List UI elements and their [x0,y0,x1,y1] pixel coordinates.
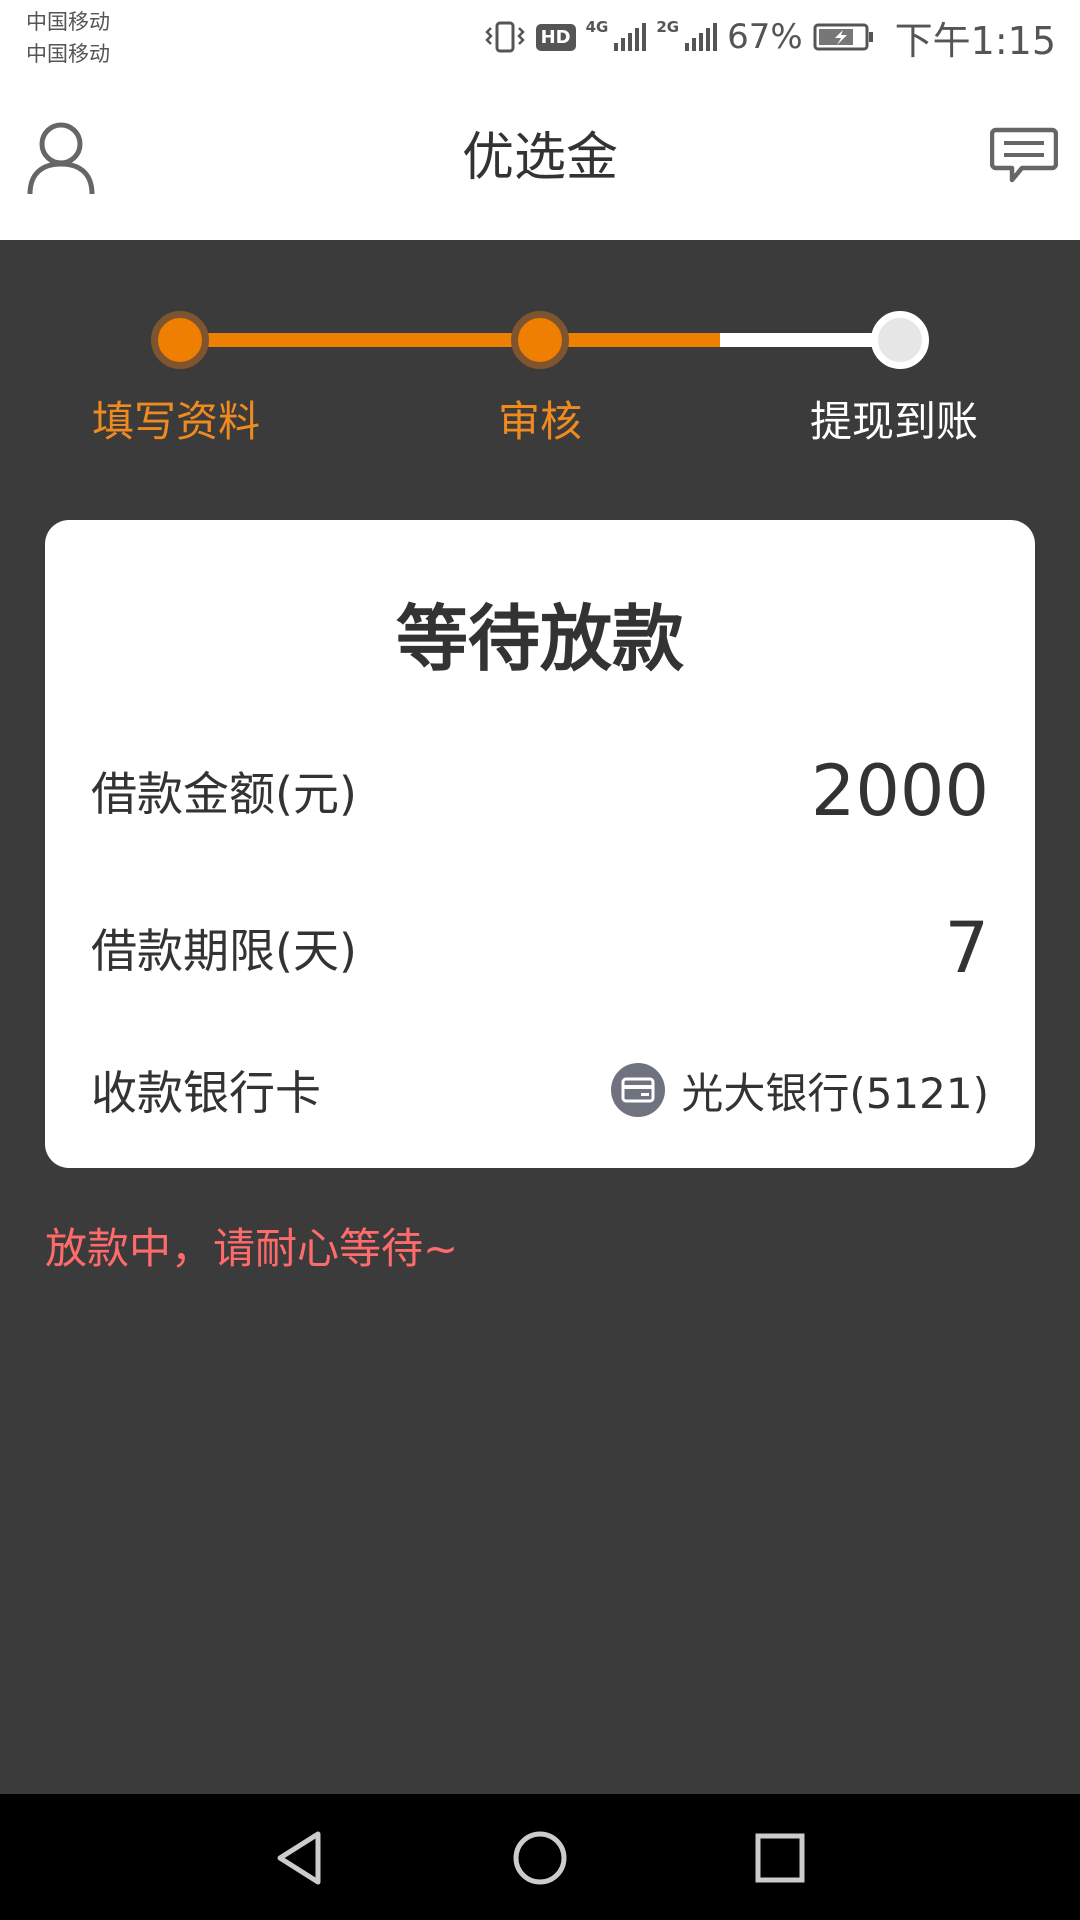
hd-badge: HD [535,23,576,51]
network-4g-label: 4G [585,18,609,36]
back-icon[interactable] [268,1826,332,1890]
step-line-done [180,333,720,347]
signal-icon-1 [614,23,647,51]
recents-icon[interactable] [748,1826,812,1890]
loan-term-label: 借款期限(天) [91,924,357,978]
message-icon[interactable] [989,126,1059,186]
status-bar: 中国移动 中国移动 HD 4G 2G 67% 下午1:15 [0,0,1080,78]
carrier-info: 中国移动 中国移动 [26,6,110,70]
loan-amount-value: 2000 [810,750,989,832]
page-title: 优选金 [461,128,618,188]
app-header: 优选金 [0,78,1080,240]
system-nav-bar [0,1794,1080,1920]
step-dot-2 [511,311,569,369]
battery-icon [813,23,873,51]
loan-term-row: 借款期限(天) 7 [91,903,989,993]
loan-amount-row: 借款金额(元) 2000 [91,746,989,836]
step-dot-3 [871,311,929,369]
step-label-1: 填写资料 [92,397,261,446]
bank-card-info: 光大银行(5121) [611,1060,989,1121]
battery-percent: 67% [727,17,803,57]
signal-icon-2 [685,23,718,51]
network-2g-label: 2G [656,18,680,36]
step-label-2: 审核 [498,397,583,446]
carrier-2: 中国移动 [26,42,110,66]
loan-amount-label: 借款金额(元) [91,767,357,821]
step-label-3: 提现到账 [810,397,979,446]
bank-card-value: 光大银行(5121) [681,1068,989,1118]
card-title: 等待放款 [395,597,684,681]
status-indicators: HD 4G 2G 67% 下午1:15 [484,14,1056,63]
bank-card-row: 收款银行卡 光大银行(5121) [91,1045,989,1135]
step-dot-1 [151,311,209,369]
loan-status-card: 等待放款 借款金额(元) 2000 借款期限(天) 7 收款银行卡 光大银行(5… [45,520,1035,1168]
bank-card-icon [611,1063,666,1117]
clock: 下午1:15 [894,18,1056,63]
loan-term-value: 7 [944,907,989,989]
bank-card-label: 收款银行卡 [91,1066,321,1120]
status-notice: 放款中，请耐心等待~ [45,1224,459,1273]
vibrate-icon [484,21,525,53]
home-icon[interactable] [508,1826,572,1890]
carrier-1: 中国移动 [26,10,110,34]
